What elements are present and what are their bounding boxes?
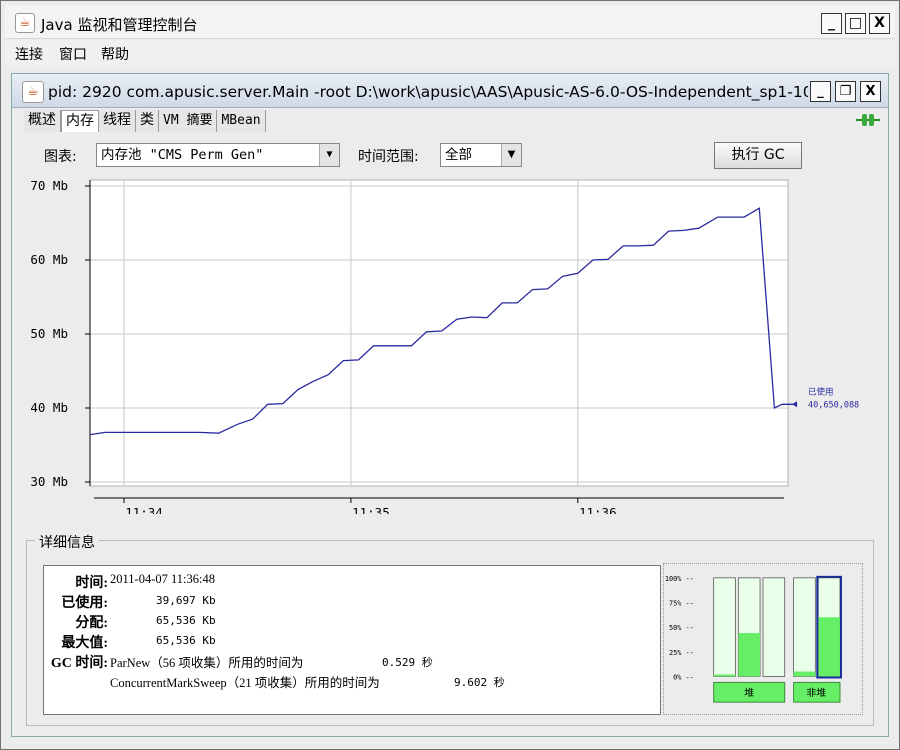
maximize-button[interactable]: □ <box>845 13 866 34</box>
heap-bar-frame <box>762 577 786 677</box>
bar-scale-tick: 75% -- <box>669 599 694 607</box>
detail-row-gc2: ConcurrentMarkSweep（21 项收集）所用的时间为 9.602 … <box>44 672 660 690</box>
detail-row-committed: 分配: 65,536 Kb <box>44 612 660 631</box>
tab-vm-summary[interactable]: VM 摘要 <box>159 110 218 132</box>
heap-button-label: 堆 <box>744 687 754 699</box>
minimize-button[interactable]: _ <box>821 13 842 34</box>
close-button[interactable]: X <box>869 13 890 34</box>
details-box: 时间: 2011-04-07 11:36:48 已使用: 39,697 Kb 分… <box>43 565 661 715</box>
tab-threads[interactable]: 线程 <box>99 110 136 132</box>
time-value: 2011-04-07 11:36:48 <box>110 572 215 586</box>
details-title: 详细信息 <box>35 532 99 552</box>
detail-row-time: 时间: 2011-04-07 11:36:48 <box>44 572 660 591</box>
chart-select-value: 内存池 "CMS Perm Gen" <box>101 147 264 163</box>
memory-chart: 70 Mb 60 Mb 50 Mb 40 Mb 30 Mb 11:34 11:35 11:36… <box>30 178 859 514</box>
x-tick-label: 11:34 <box>125 505 163 514</box>
gc-label: GC 时间: <box>50 656 108 671</box>
connection-status-icon <box>856 114 880 126</box>
chevron-down-icon: ▼ <box>319 144 339 166</box>
perform-gc-button[interactable]: 执行 GC <box>714 142 802 169</box>
detail-row-used: 已使用: 39,697 Kb <box>44 592 660 611</box>
committed-label: 分配: <box>75 616 108 631</box>
tab-bar: 概述 内存 线程 类 VM 摘要 MBean <box>24 110 266 132</box>
time-range-select[interactable]: 全部 ▼ <box>440 143 522 167</box>
title-bar: ☕ Java 监视和管理控制台 _ □ X <box>5 5 895 39</box>
used-label: 已使用: <box>61 596 108 611</box>
tab-mbean[interactable]: MBean <box>217 110 266 132</box>
nonheap-bar-frame <box>793 577 816 677</box>
bar-scale-tick: 50% -- <box>669 624 694 632</box>
tab-memory[interactable]: 内存 <box>61 110 99 132</box>
gc-line2: ConcurrentMarkSweep（21 项收集）所用的时间为 <box>110 676 380 690</box>
internal-restore-button[interactable]: ❐ <box>835 81 856 102</box>
chart-select[interactable]: 内存池 "CMS Perm Gen" ▼ <box>96 143 340 167</box>
nonheap-button-label: 非堆 <box>806 687 826 699</box>
heap-bar-frame <box>713 577 736 677</box>
internal-frame: ☕ pid: 2920 com.apusic.server.Main -root… <box>11 73 889 737</box>
gc-line1-value: 0.529 秒 <box>382 656 433 669</box>
max-value: 65,536 Kb <box>156 634 216 647</box>
menu-help[interactable]: 帮助 <box>101 44 129 64</box>
internal-minimize-button[interactable]: _ <box>810 81 831 102</box>
nonheap-bar-fill <box>818 617 840 677</box>
current-value-marker <box>792 401 797 408</box>
used-value: 39,697 Kb <box>156 594 216 607</box>
menu-connection[interactable]: 连接 <box>15 44 43 64</box>
committed-value: 65,536 Kb <box>156 614 216 627</box>
bar-scale-tick: 0% -- <box>673 673 694 681</box>
time-label: 时间: <box>75 576 108 591</box>
tab-classes[interactable]: 类 <box>136 110 159 132</box>
heap-bar-fill <box>738 633 761 677</box>
gc-line1: ParNew（56 项收集）所用的时间为 <box>110 656 304 670</box>
x-tick-label: 11:36 <box>579 505 617 514</box>
internal-frame-title-bar: ☕ pid: 2920 com.apusic.server.Main -root… <box>12 74 888 108</box>
window-title: Java 监视和管理控制台 <box>41 16 198 34</box>
gc-line2-value: 9.602 秒 <box>454 676 505 689</box>
java-icon: ☕ <box>22 81 44 103</box>
java-icon: ☕ <box>15 13 35 33</box>
x-tick-label: 11:35 <box>352 505 390 514</box>
tab-overview[interactable]: 概述 <box>24 110 61 132</box>
y-tick-label: 60 Mb <box>30 252 68 267</box>
detail-row-gc: GC 时间: ParNew（56 项收集）所用的时间为 0.529 秒 <box>44 652 660 671</box>
time-range-select-value: 全部 <box>445 147 472 163</box>
y-tick-label: 40 Mb <box>30 400 68 415</box>
bar-scale-tick: 25% -- <box>669 649 694 657</box>
details-panel: 详细信息 时间: 2011-04-07 11:36:48 已使用: 39,697… <box>26 532 874 726</box>
menu-window[interactable]: 窗口 <box>59 44 87 64</box>
bar-scale-tick: 100% -- <box>665 575 694 583</box>
y-tick-label: 70 Mb <box>30 178 68 193</box>
time-range-label: 时间范围: <box>358 149 419 165</box>
memory-bar-panel: 100% -- 75% -- 50% -- 25% -- 0% -- 堆 非堆 <box>663 563 863 715</box>
chart-label: 图表: <box>44 149 77 165</box>
plot-area <box>89 179 789 487</box>
y-tick-label: 50 Mb <box>30 326 68 341</box>
internal-frame-title: pid: 2920 com.apusic.server.Main -root D… <box>48 83 808 101</box>
main-window: ☕ Java 监视和管理控制台 _ □ X 连接 窗口 帮助 ☕ pid: 29… <box>0 0 900 750</box>
current-series-value: 40,650,088 <box>808 400 859 410</box>
heap-bar-fill <box>713 674 736 677</box>
menu-bar: 连接 窗口 帮助 <box>5 40 895 66</box>
max-label: 最大值: <box>61 636 108 651</box>
current-series-label: 已使用 <box>808 386 834 397</box>
nonheap-bar-fill <box>793 671 816 677</box>
y-tick-label: 30 Mb <box>30 474 68 489</box>
internal-close-button[interactable]: X <box>860 81 881 102</box>
chevron-down-icon: ▼ <box>501 144 521 166</box>
detail-row-max: 最大值: 65,536 Kb <box>44 632 660 651</box>
